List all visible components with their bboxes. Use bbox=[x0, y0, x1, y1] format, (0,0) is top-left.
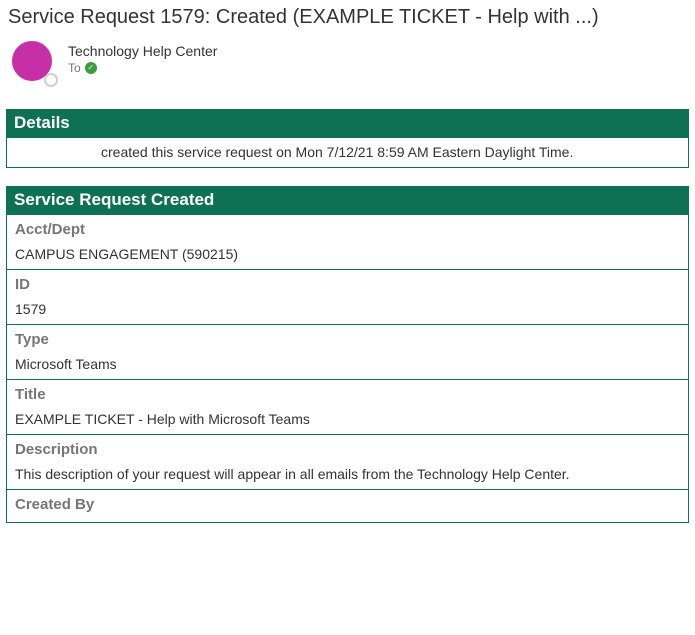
field-value: 1579 bbox=[15, 297, 680, 319]
service-request-panel: Service Request Created Acct/Dept CAMPUS… bbox=[6, 186, 689, 523]
details-header: Details bbox=[6, 109, 689, 138]
field-type: Type Microsoft Teams bbox=[7, 325, 688, 380]
field-label: Created By bbox=[15, 494, 680, 517]
field-label: Description bbox=[15, 439, 680, 462]
field-created-by: Created By bbox=[7, 490, 688, 523]
to-label: To bbox=[68, 61, 81, 75]
service-request-body: Acct/Dept CAMPUS ENGAGEMENT (590215) ID … bbox=[6, 215, 689, 523]
field-acct-dept: Acct/Dept CAMPUS ENGAGEMENT (590215) bbox=[7, 215, 688, 270]
field-label: Type bbox=[15, 329, 680, 352]
field-id: ID 1579 bbox=[7, 270, 688, 325]
verified-badge-icon: ✓ bbox=[85, 62, 97, 74]
field-value: CAMPUS ENGAGEMENT (590215) bbox=[15, 242, 680, 264]
field-label: Acct/Dept bbox=[15, 219, 680, 242]
sender-text: Technology Help Center To ✓ bbox=[68, 41, 217, 75]
field-value: This description of your request will ap… bbox=[15, 462, 680, 484]
presence-icon bbox=[44, 73, 58, 87]
field-value: Microsoft Teams bbox=[15, 352, 680, 374]
field-value: EXAMPLE TICKET - Help with Microsoft Tea… bbox=[15, 407, 680, 429]
avatar-wrap[interactable] bbox=[12, 41, 56, 85]
email-subject: Service Request 1579: Created (EXAMPLE T… bbox=[6, 4, 689, 37]
field-label: ID bbox=[15, 274, 680, 297]
to-row: To ✓ bbox=[68, 61, 217, 75]
field-title: Title EXAMPLE TICKET - Help with Microso… bbox=[7, 380, 688, 435]
service-request-header: Service Request Created bbox=[6, 186, 689, 215]
details-body: created this service request on Mon 7/12… bbox=[6, 138, 689, 168]
details-text: created this service request on Mon 7/12… bbox=[15, 144, 680, 160]
field-description: Description This description of your req… bbox=[7, 435, 688, 490]
sender-row: Technology Help Center To ✓ bbox=[6, 37, 689, 95]
sender-name: Technology Help Center bbox=[68, 43, 217, 59]
field-label: Title bbox=[15, 384, 680, 407]
details-panel: Details created this service request on … bbox=[6, 109, 689, 168]
email-view: Service Request 1579: Created (EXAMPLE T… bbox=[0, 0, 695, 523]
